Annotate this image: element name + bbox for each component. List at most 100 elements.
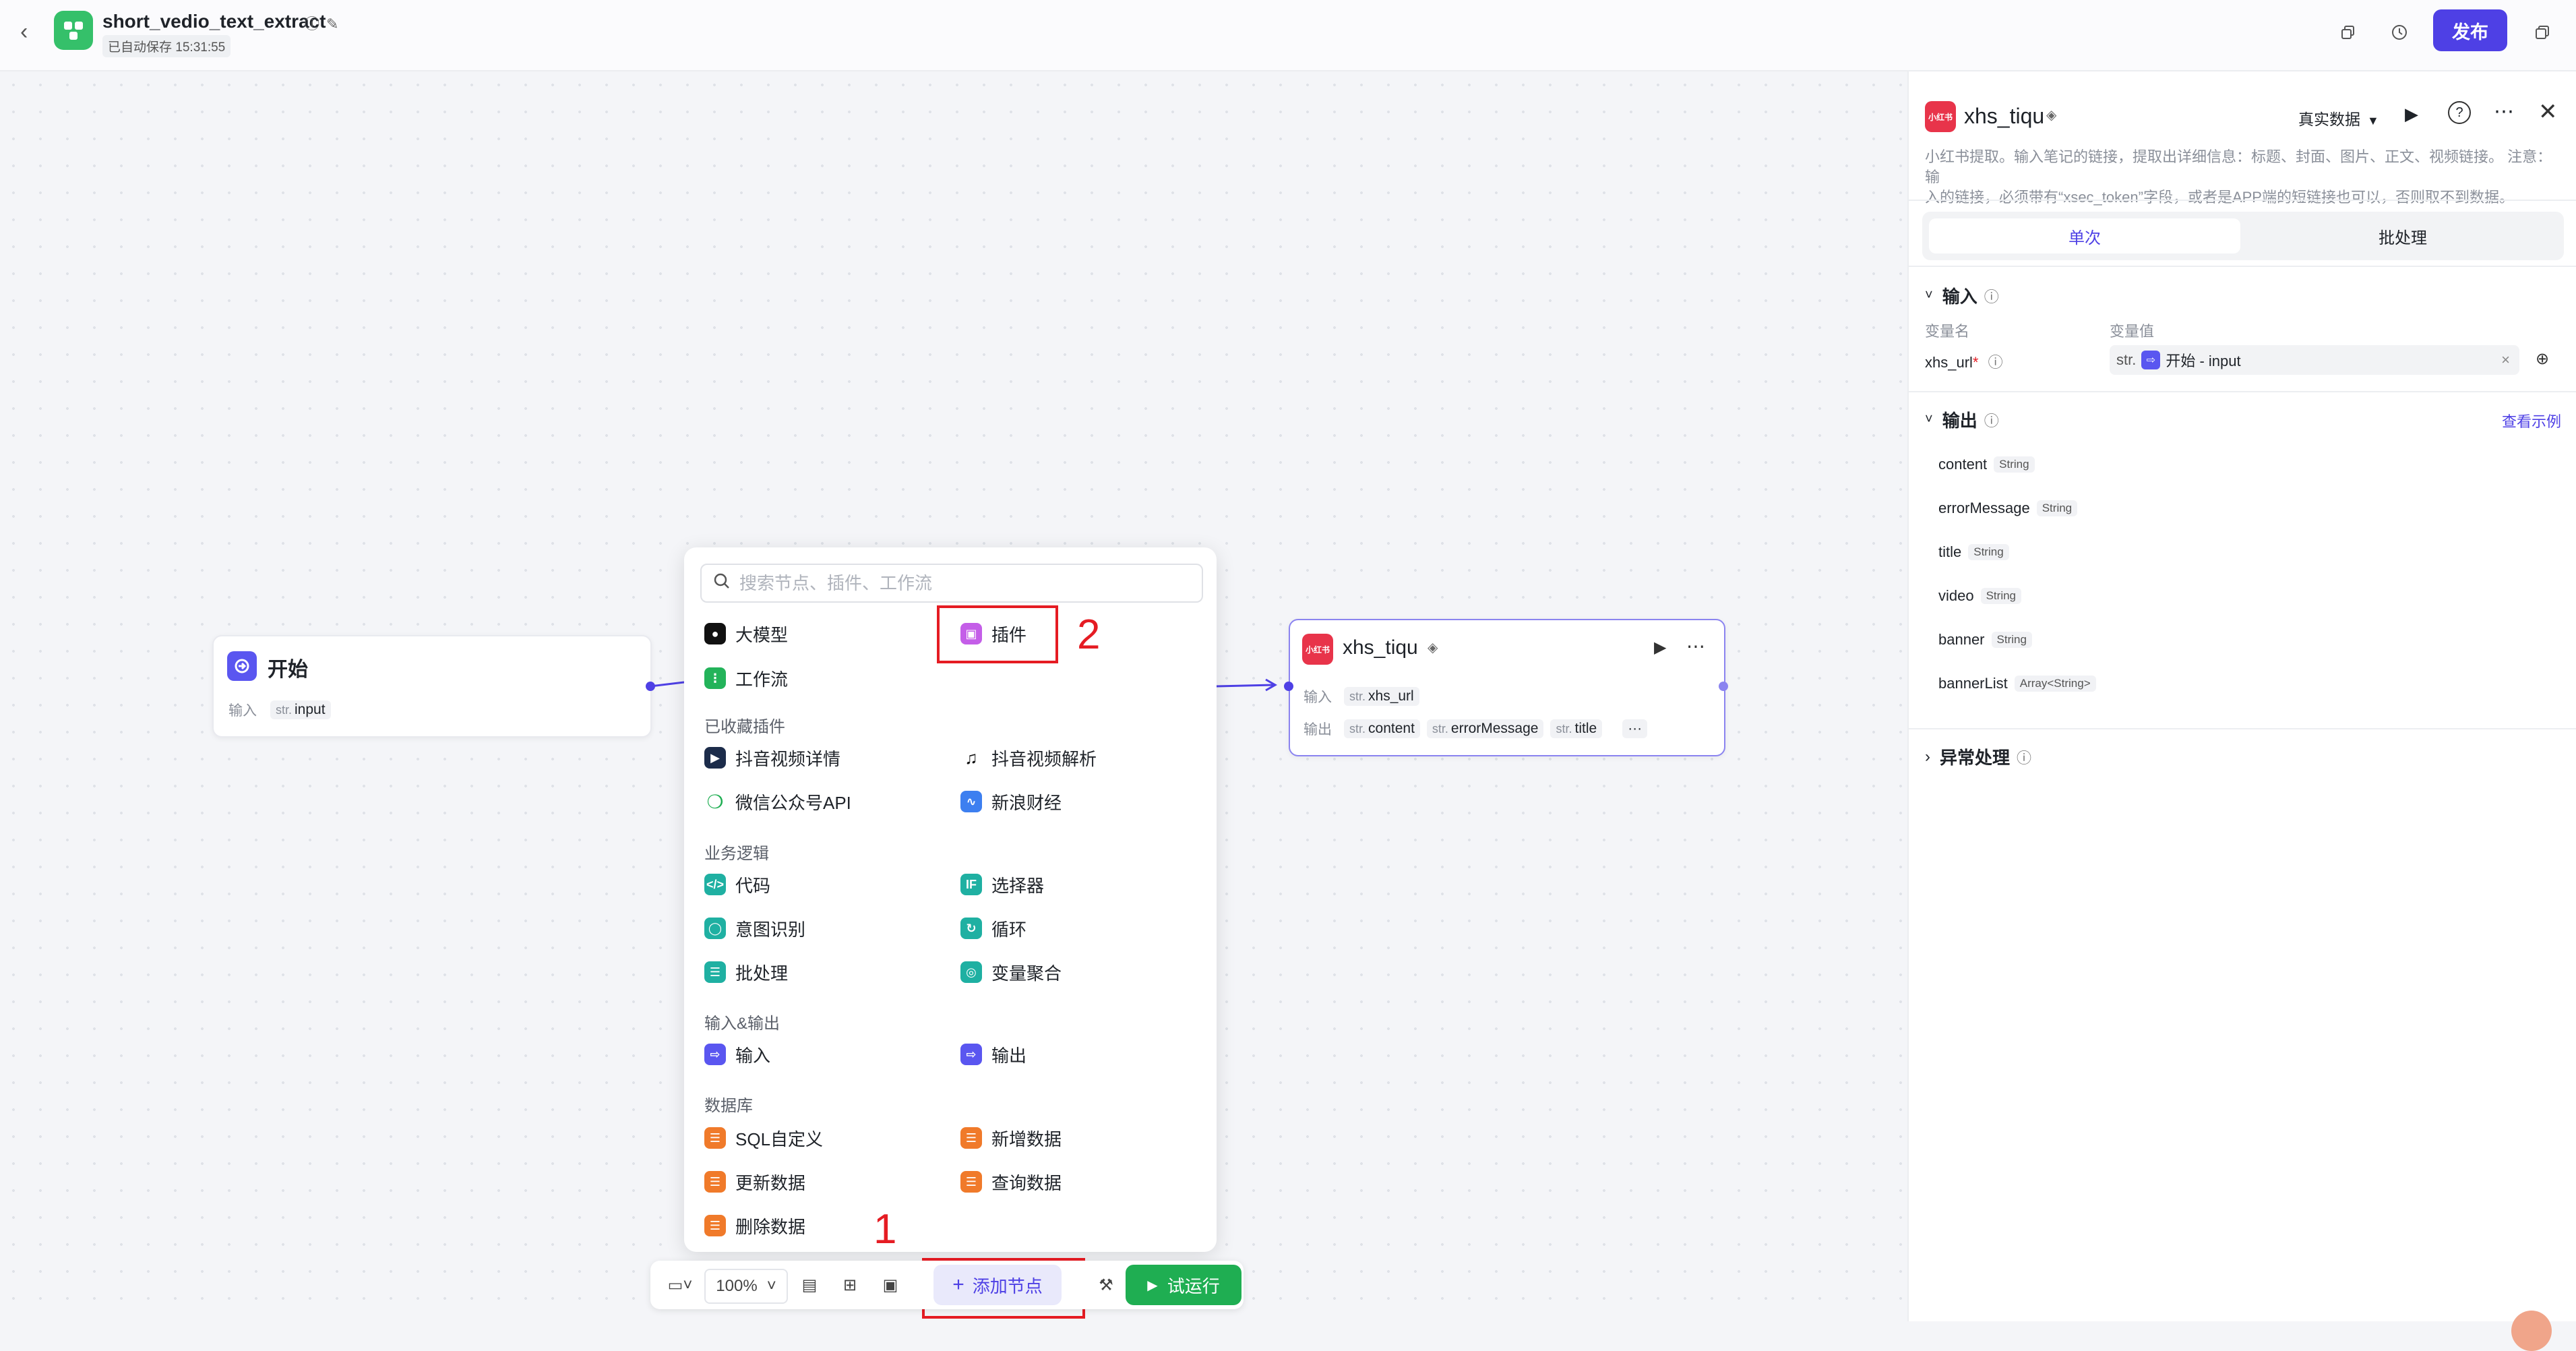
info-icon: ⓘ: [1988, 354, 2003, 371]
test-run-button[interactable]: ▶ 试运行: [1126, 1265, 1241, 1305]
database-update-icon: ☰: [704, 1171, 726, 1193]
menu-item-workflow[interactable]: ⋮ 工作流: [704, 663, 788, 693]
more-icon[interactable]: ⋯: [2494, 100, 2514, 123]
xhs-node[interactable]: 小红书 xhs_tiqu ◈ ▶ ⋯ 输入 str. xhs_url 输出 str…: [1289, 619, 1725, 756]
close-icon[interactable]: ✕: [2538, 98, 2558, 125]
play-icon[interactable]: ▶: [2405, 104, 2418, 125]
menu-item-sql[interactable]: ☰ SQL自定义: [704, 1123, 823, 1153]
zoom-select[interactable]: 100% ˅: [704, 1269, 788, 1304]
output-field: video String: [1938, 587, 2022, 605]
tiktok-icon: ♫: [960, 747, 982, 769]
menu-item-selector[interactable]: IF 选择器: [960, 870, 1044, 899]
view-example-link[interactable]: 查看示例: [2502, 410, 2561, 431]
exception-section-header[interactable]: › 异常处理 ⓘ: [1925, 744, 2031, 769]
menu-item-query-data[interactable]: ☰ 查询数据: [960, 1167, 1062, 1197]
xiaohongshu-logo: 小红书: [1925, 101, 1956, 132]
floating-assistant-icon[interactable]: [2511, 1311, 2552, 1351]
xhs-output-label: 输出: [1304, 722, 1332, 738]
menu-item-douyin-parse[interactable]: ♫ 抖音视频解析: [960, 743, 1097, 773]
xhs-input-chip: str. xhs_url: [1344, 687, 1419, 706]
xhs-node-title: xhs_tiqu: [1343, 636, 1418, 659]
menu-item-wechat-api[interactable]: ❍ 微信公众号API: [704, 787, 851, 816]
xhs-output-chip: str. content: [1344, 719, 1420, 738]
section-input-output: 输入&输出: [704, 1015, 780, 1033]
menu-item-delete-data[interactable]: ☰ 删除数据: [704, 1211, 805, 1240]
annotation-number-2: 2: [1077, 611, 1101, 658]
output-field: title String: [1938, 543, 2009, 561]
play-icon[interactable]: ▶: [1654, 638, 1666, 657]
chevron-down-icon: ˅: [1925, 412, 1933, 427]
output-section-header[interactable]: ˅ 输出 ⓘ: [1925, 407, 1999, 432]
search-icon: [712, 572, 731, 594]
more-icon[interactable]: ⋯: [1686, 635, 1705, 657]
duplicate-icon[interactable]: [2529, 19, 2556, 46]
menu-item-variable-aggregate[interactable]: ◎ 变量聚合: [960, 957, 1062, 987]
menu-item-llm[interactable]: ● 大模型: [704, 619, 788, 649]
section-favorite-plugins: 已收藏插件: [704, 718, 785, 736]
input-var-name: xhs_url* ⓘ: [1925, 354, 2003, 371]
highlight-plugin-box: [937, 605, 1058, 663]
menu-item-intent[interactable]: ◯ 意图识别: [704, 913, 805, 943]
menu-item-loop[interactable]: ↻ 循环: [960, 913, 1026, 943]
output-field: bannerList Array<String>: [1938, 675, 2096, 692]
xhs-input-label: 输入: [1304, 690, 1332, 705]
wechat-icon: ❍: [704, 791, 726, 812]
variable-picker-icon[interactable]: ⊕: [2536, 349, 2549, 369]
info-icon: ⓘ: [1984, 412, 1999, 429]
aggregate-icon: ◎: [960, 961, 982, 983]
section-business-logic: 业务逻辑: [704, 845, 769, 863]
start-icon: [227, 651, 257, 681]
intent-icon: ◯: [704, 918, 726, 939]
layout-mode-icon[interactable]: ▭˅: [661, 1269, 699, 1301]
panel-description: 小红书提取。输入笔记的链接，提取出详细信息：标题、封面、图片、正文、视频链接。 …: [1925, 148, 2552, 206]
output-field: errorMessage String: [1938, 500, 2078, 517]
input-var-value[interactable]: str. ⇨ 开始 - input ×: [2110, 345, 2519, 375]
menu-item-add-data[interactable]: ☰ 新增数据: [960, 1123, 1062, 1153]
output-field: banner String: [1938, 631, 2032, 649]
mode-tabs: 单次 批处理: [1922, 212, 2564, 260]
tab-batch[interactable]: 批处理: [2247, 218, 2558, 253]
divider: [1909, 266, 2576, 267]
grid-layout-icon[interactable]: ⊞: [834, 1269, 866, 1301]
comment-icon[interactable]: ▤: [793, 1269, 826, 1301]
plus-icon: +: [952, 1273, 964, 1296]
data-mode-select[interactable]: 真实数据 ▼: [2298, 107, 2379, 129]
minimap-icon[interactable]: ▣: [874, 1269, 907, 1301]
menu-item-input[interactable]: ⇨ 输入: [704, 1040, 770, 1069]
start-input-chip: str. input: [270, 700, 331, 719]
node-search-box[interactable]: [700, 564, 1203, 603]
batch-icon: ☰: [704, 961, 726, 983]
divider: [1909, 728, 2576, 729]
node-search-input[interactable]: [738, 569, 1192, 597]
start-output-port[interactable]: [646, 682, 655, 691]
play-icon: ▶: [1147, 1278, 1158, 1293]
input-section-header[interactable]: ˅ 输入 ⓘ: [1925, 283, 1999, 308]
output-field: content String: [1938, 456, 2035, 473]
xhs-input-port[interactable]: [1284, 682, 1293, 691]
if-icon: IF: [960, 874, 982, 895]
publish-button[interactable]: 发布: [2433, 9, 2507, 51]
xhs-output-port[interactable]: [1719, 682, 1728, 691]
xhs-output-more[interactable]: ···: [1622, 719, 1648, 738]
col-var-name: 变量名: [1925, 323, 1970, 340]
menu-item-douyin-detail[interactable]: ▶ 抖音视频详情: [704, 743, 840, 773]
loop-icon: ↻: [960, 918, 982, 939]
tools-icon[interactable]: ⚒: [1090, 1269, 1122, 1301]
tab-single[interactable]: 单次: [1929, 218, 2240, 253]
menu-item-update-data[interactable]: ☰ 更新数据: [704, 1167, 805, 1197]
copy-icon[interactable]: [2335, 19, 2362, 46]
xiaohongshu-logo: 小红书: [1302, 634, 1333, 665]
menu-item-sina-finance[interactable]: ∿ 新浪财经: [960, 787, 1062, 816]
divider: [1909, 200, 2576, 201]
chevron-right-icon: ›: [1925, 747, 1930, 766]
menu-item-code[interactable]: </> 代码: [704, 870, 770, 899]
add-node-button[interactable]: + 添加节点: [933, 1265, 1062, 1305]
start-node[interactable]: 开始 输入 str. input: [212, 635, 652, 738]
help-icon[interactable]: ?: [2448, 101, 2471, 124]
database-add-icon: ☰: [960, 1127, 982, 1149]
menu-item-output[interactable]: ⇨ 输出: [960, 1040, 1026, 1069]
history-icon[interactable]: [2386, 19, 2413, 46]
info-icon: ⓘ: [2017, 749, 2032, 767]
menu-item-batch[interactable]: ☰ 批处理: [704, 957, 788, 987]
clear-icon: ×: [2501, 351, 2510, 368]
